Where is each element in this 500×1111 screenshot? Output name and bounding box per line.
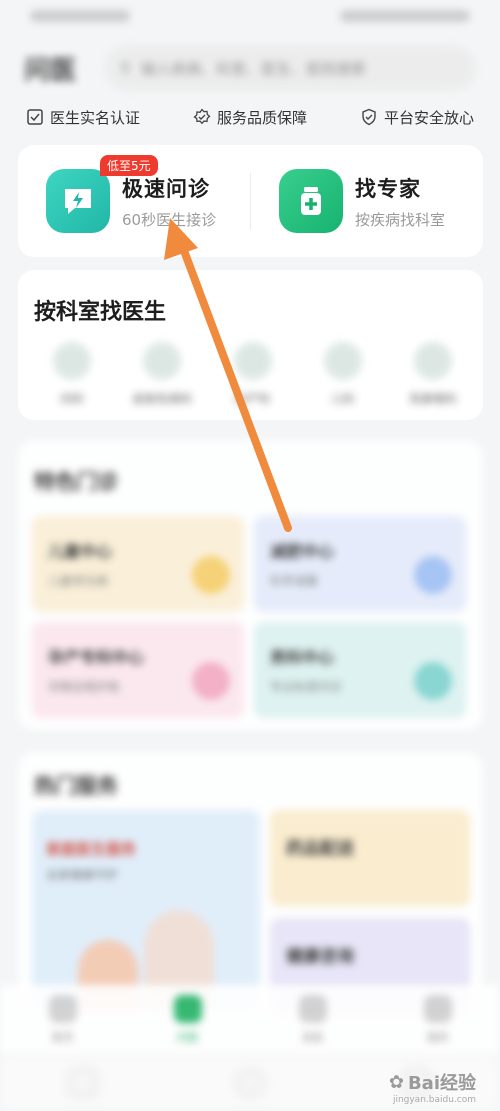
fast-consult-title: 极速问诊 — [122, 176, 210, 201]
nav-item-consult[interactable]: 问医 — [148, 995, 228, 1045]
watermark: ✿ Bai经验 jingyan.baidu.com — [388, 1071, 476, 1106]
guarantee-item: 医生实名认证 — [26, 107, 140, 128]
guarantee-row: 医生实名认证 服务品质保障 平台安全放心 — [26, 104, 474, 130]
page-title: 问医 — [24, 55, 77, 86]
message-icon — [298, 995, 327, 1023]
specialty-tile[interactable]: 儿童中心 儿童常见病 — [32, 516, 244, 612]
fast-consult-subtitle: 60秒医生接诊 — [122, 210, 217, 229]
find-expert-subtitle: 按疾病找科室 — [355, 210, 446, 229]
search-input[interactable]: ⚲ 输入疾病、科室、医生、医院搜索 — [104, 45, 476, 91]
specialty-heading: 特色门诊 — [34, 470, 118, 494]
department-item[interactable]: 妇产科 — [213, 342, 293, 407]
tile-illustration — [414, 556, 452, 594]
header: 问医 ⚲ 输入疾病、科室、医生、医院搜索 — [24, 44, 476, 92]
status-time — [30, 10, 130, 22]
specialty-tile[interactable]: 孕产专科中心 孕期全程护航 — [32, 622, 244, 718]
department-icon — [143, 342, 182, 380]
guarantee-item: 平台安全放心 — [360, 107, 474, 128]
consult-icon — [173, 995, 202, 1023]
profile-icon — [423, 995, 452, 1023]
services-heading: 热门服务 — [34, 774, 118, 798]
status-icons — [340, 10, 470, 22]
specialty-card: 特色门诊 儿童中心 儿童常见病 减肥中心 科学减重 孕产专科中心 孕期全程护航 … — [18, 440, 483, 730]
department-item[interactable]: 儿科 — [303, 342, 383, 407]
department-icon — [233, 342, 272, 380]
find-expert-title: 找专家 — [355, 176, 421, 201]
promo-banner[interactable]: 家庭医生服务 全家健康守护 — [32, 810, 260, 1010]
specialty-tile[interactable]: 男科中心 专业私密问诊 — [254, 622, 466, 718]
shield-check-icon — [362, 108, 376, 126]
home-circle-icon[interactable] — [236, 1070, 263, 1096]
department-icon — [323, 342, 362, 380]
nav-item-profile[interactable]: 我的 — [398, 995, 478, 1045]
department-list: 内科 皮肤性病科 妇产科 儿科 耳鼻喉科 — [32, 342, 473, 407]
tile-illustration — [192, 556, 230, 594]
tile-illustration — [192, 662, 230, 700]
specialty-tile[interactable]: 减肥中心 科学减重 — [254, 516, 466, 612]
department-item[interactable]: 内科 — [32, 342, 112, 407]
department-item[interactable]: 皮肤性病科 — [122, 342, 202, 407]
nav-item-messages[interactable]: 消息 — [273, 995, 353, 1045]
price-badge: 低至5元 — [100, 155, 158, 176]
guarantee-item: 服务品质保障 — [193, 107, 307, 128]
bottom-nav: 首页 问医 消息 我的 — [0, 985, 500, 1055]
medicine-bottle-icon — [279, 169, 343, 233]
consult-card: 低至5元 极速问诊 60秒医生接诊 找专家 按疾病找科室 — [18, 145, 483, 257]
department-card: 按科室找医生 内科 皮肤性病科 妇产科 儿科 耳鼻喉科 — [18, 270, 483, 420]
home-icon — [48, 995, 77, 1023]
department-icon — [414, 342, 452, 380]
paw-logo-icon: ✿ — [388, 1071, 404, 1093]
tile-illustration — [414, 662, 452, 700]
back-icon[interactable] — [70, 1070, 97, 1096]
fast-consult-button[interactable]: 低至5元 极速问诊 60秒医生接诊 — [18, 145, 250, 257]
department-item[interactable]: 耳鼻喉科 — [393, 342, 473, 407]
search-icon: ⚲ — [120, 59, 131, 77]
find-expert-button[interactable]: 找专家 按疾病找科室 — [251, 145, 483, 257]
services-card: 热门服务 家庭医生服务 全家健康守护 药品配送 健康咨询 — [18, 752, 483, 1012]
nav-item-home[interactable]: 首页 — [23, 995, 103, 1045]
checkbox-check-icon — [27, 109, 43, 125]
department-heading: 按科室找医生 — [34, 300, 167, 325]
department-icon — [53, 342, 91, 380]
lightning-chat-icon — [46, 169, 110, 233]
status-bar — [30, 6, 470, 26]
search-placeholder: 输入疾病、科室、医生、医院搜索 — [141, 59, 367, 78]
badge-check-icon — [193, 108, 211, 125]
service-tile[interactable]: 药品配送 — [270, 810, 470, 906]
